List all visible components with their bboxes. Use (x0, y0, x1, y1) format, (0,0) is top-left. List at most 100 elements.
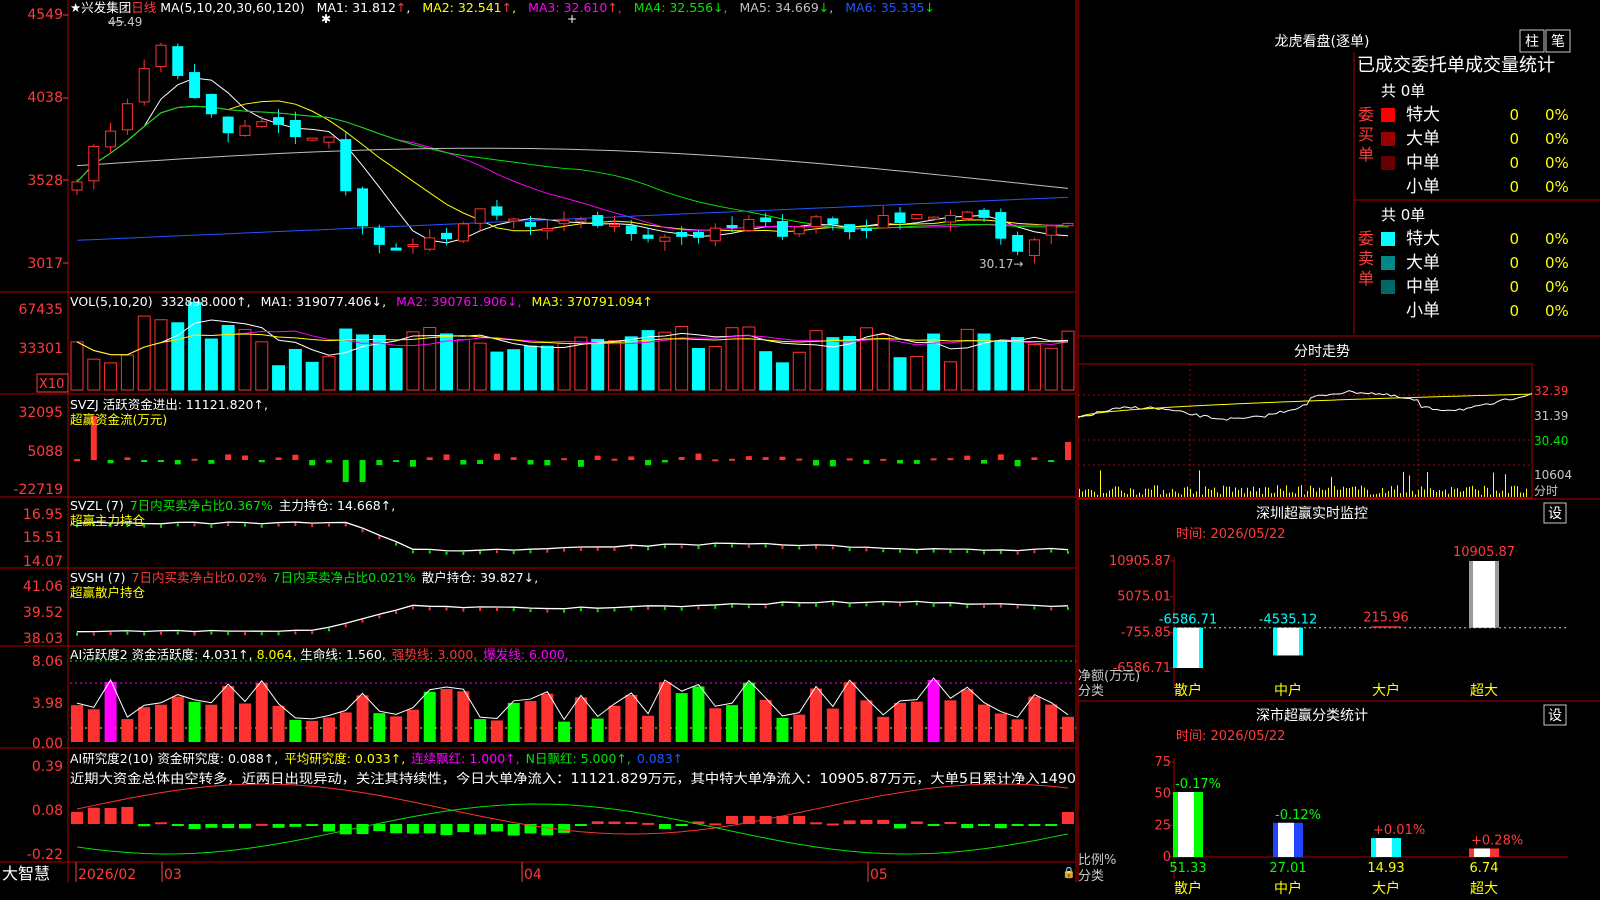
intraday-vol-bar (1508, 492, 1509, 497)
svsh-tick (294, 631, 297, 635)
intraday-vol-bar (1082, 491, 1083, 497)
monitor-bar (1371, 626, 1401, 628)
bar-mode-label[interactable]: 柱 (1525, 34, 1539, 50)
intraday-vol-bar (1505, 474, 1506, 497)
lhkp-row-pct: 0% (1545, 254, 1569, 272)
svzl-ytick: 16.95 (23, 507, 63, 523)
class-category-label: 中户 (1274, 880, 1302, 897)
intraday-vol-bar (1247, 487, 1248, 497)
svzl-tick (915, 550, 918, 554)
intraday-vol-bar (1433, 490, 1434, 497)
intraday-vol-bar (1418, 489, 1419, 497)
volume-bar (775, 362, 789, 391)
volume-bar (473, 342, 487, 391)
svsh-tick (680, 607, 683, 611)
intraday-vol-bar (1409, 475, 1410, 497)
svzl-tick (411, 550, 414, 554)
intraday-vol-bar (1115, 486, 1116, 497)
svzl-tick (647, 547, 650, 551)
monitor-category-label: 超大 (1470, 683, 1498, 699)
lhkp-side-char: 卖 (1358, 249, 1374, 268)
intraday-vol-bar (1181, 494, 1182, 497)
stock-name[interactable]: 兴发集团 (81, 0, 131, 15)
svsh-tick (227, 632, 230, 636)
volume-bar (540, 345, 554, 391)
svzj-bar (510, 457, 517, 460)
ai-active-bar (658, 682, 671, 742)
svzl-tick (1050, 549, 1053, 553)
svzj-bar (577, 460, 584, 467)
period-label[interactable]: 日线 (131, 0, 157, 15)
class-stats-time: 时间: 2026/05/22 (1176, 729, 1285, 744)
ai-active-bar (171, 696, 184, 742)
intraday-vol-bar (1424, 489, 1425, 497)
ai-research-bar (1011, 824, 1024, 826)
candle-body (525, 222, 537, 227)
svsh-tick (411, 606, 414, 610)
lhkp-row-label: 特大 (1406, 105, 1440, 125)
svzl-tick (596, 547, 599, 551)
svzl-tick (563, 548, 566, 552)
ai-active-bar (222, 686, 235, 742)
intraday-vol-bar (1388, 491, 1389, 497)
lock-icon[interactable]: 🔒 (1062, 866, 1076, 879)
monitor-bar-highlight (1177, 627, 1199, 668)
svzj-bar (964, 455, 971, 460)
svsh-tick (126, 631, 129, 635)
intraday-vol-bar (1262, 494, 1263, 497)
candle-body (373, 227, 385, 245)
ai-active-bar (910, 701, 923, 742)
trade-mode-label[interactable]: 笔 (1551, 34, 1565, 50)
svsh-tick (831, 602, 834, 606)
candle-body (1012, 234, 1024, 252)
ai-active-bar (961, 689, 974, 742)
candle-body (944, 214, 956, 223)
ma6-value: 35.335 (881, 0, 925, 15)
candle-body (676, 231, 688, 237)
intraday-vol-bar (1448, 493, 1449, 497)
intraday-vol-bar (1283, 490, 1284, 497)
ai-research-bar (843, 820, 856, 824)
ma3-sep: , (618, 0, 622, 15)
lhkp-row-count: 0 (1509, 278, 1519, 296)
svzl-spec: SVZL (7) (70, 498, 124, 513)
svzj-bar (292, 454, 299, 460)
ai-research-bar (406, 824, 419, 834)
candle-body (1028, 239, 1040, 257)
ai-research-bar (205, 824, 218, 828)
ai-research-bar (726, 816, 739, 824)
monitor-category-label: 散户 (1174, 682, 1202, 699)
date-label: 05 (870, 867, 888, 883)
intraday-vol-bar (1478, 490, 1479, 497)
volume-bar (1011, 337, 1025, 391)
brand-label[interactable]: 大智慧 (2, 864, 50, 883)
ai-research-ytick: -0.22 (27, 847, 63, 863)
svsh-tick (697, 606, 700, 610)
intraday-vol-bar (1280, 488, 1281, 497)
vol-ma2: MA2: 390761.906↓, (396, 294, 521, 309)
svzl-tick (462, 551, 465, 555)
class-stats-settings-label[interactable]: 设 (1548, 708, 1562, 724)
ma2-arrow: ↑ (502, 0, 512, 15)
candle-body (88, 145, 100, 182)
lhkp-row-label: 小单 (1406, 177, 1440, 197)
monitor-settings-label[interactable]: 设 (1548, 506, 1562, 522)
ma5-sep: , (829, 0, 833, 15)
volume-bar (809, 330, 823, 391)
intraday-vol-bar (1496, 490, 1497, 497)
ai-active-bar (339, 712, 352, 742)
ai-research-bar (474, 824, 487, 835)
intraday-vol-bar (1361, 485, 1362, 497)
intraday-vol-bar (1382, 488, 1383, 497)
ai-active-bar (104, 682, 117, 742)
lhkp-side-label: 委卖单 (1358, 229, 1374, 288)
svsh-tick (311, 631, 314, 635)
ai-active-bar (591, 718, 604, 742)
ai-research-bar (272, 824, 285, 828)
candle-body (424, 237, 436, 250)
ai-research-bar (1045, 824, 1058, 826)
svzl-tick (798, 546, 801, 550)
monitor-title: 深圳超赢实时监控 (1256, 505, 1368, 522)
svsh-tick (915, 602, 918, 606)
intraday-vol-bar (1145, 488, 1146, 497)
